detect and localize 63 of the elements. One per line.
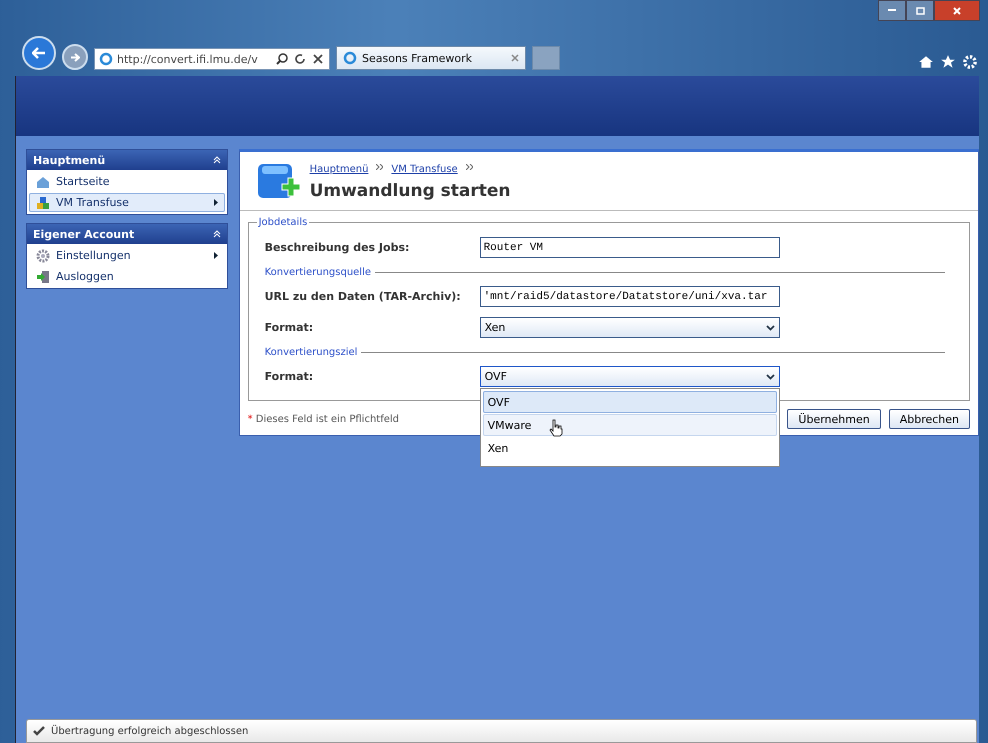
browser-logo-icon bbox=[343, 51, 357, 65]
dropdown-option[interactable]: VMware bbox=[482, 414, 777, 436]
settings-icon bbox=[962, 54, 978, 70]
maximize-icon bbox=[916, 6, 924, 14]
menu-panel-header[interactable]: Hauptmenü bbox=[27, 150, 227, 170]
minimize-button[interactable] bbox=[878, 0, 906, 21]
field-label: Beschreibung des Jobs: bbox=[264, 241, 410, 254]
field-label: URL zu den Daten (TAR-Archiv): bbox=[264, 290, 462, 303]
search-icon bbox=[275, 52, 289, 66]
field-label: Format: bbox=[264, 321, 314, 334]
submenu-arrow-icon bbox=[214, 199, 218, 206]
close-tab-icon[interactable] bbox=[511, 54, 519, 62]
menu-item[interactable]: VM Transfuse bbox=[29, 193, 225, 212]
section-heading: Konvertierungsquelle bbox=[264, 266, 372, 278]
back-button[interactable] bbox=[22, 36, 56, 70]
browser-tab[interactable]: Seasons Framework bbox=[336, 46, 526, 70]
breadcrumb-separator-icon bbox=[466, 164, 473, 170]
browser-logo-icon bbox=[99, 52, 113, 66]
dropdown-caret-icon bbox=[766, 374, 775, 380]
select-field[interactable]: Xen bbox=[480, 317, 780, 338]
close-icon bbox=[953, 6, 961, 14]
right-arrow-icon bbox=[70, 52, 80, 62]
house-icon bbox=[36, 174, 50, 188]
maximize-button[interactable] bbox=[906, 0, 934, 21]
checkmark-icon bbox=[33, 726, 45, 736]
refresh-icon bbox=[293, 52, 307, 66]
logout-icon bbox=[36, 270, 50, 284]
collapse-icon[interactable] bbox=[212, 156, 221, 164]
dropdown-option[interactable]: Xen bbox=[482, 437, 777, 459]
hand-cursor-icon bbox=[548, 419, 563, 437]
address-bar[interactable]: http://convert.ifi.lmu.de/v bbox=[94, 48, 330, 70]
field-label: Format: bbox=[264, 370, 314, 383]
select-field[interactable]: OVF bbox=[480, 366, 780, 387]
status-text: Übertragung erfolgreich abgeschlossen bbox=[51, 726, 248, 736]
menu-item[interactable]: Einstellungen bbox=[29, 246, 225, 265]
minimize-icon bbox=[888, 9, 896, 12]
breadcrumb-link[interactable]: Hauptmenü bbox=[310, 164, 368, 174]
fieldset-legend: Jobdetails bbox=[256, 217, 310, 228]
gear-icon bbox=[36, 248, 50, 262]
left-arrow-icon bbox=[32, 47, 46, 59]
dropdown-caret-icon bbox=[766, 324, 775, 330]
apply-button[interactable]: Übernehmen bbox=[787, 409, 881, 429]
dropdown-option[interactable]: OVF bbox=[482, 391, 777, 413]
close-button[interactable] bbox=[934, 0, 980, 21]
breadcrumb-link[interactable]: VM Transfuse bbox=[391, 164, 458, 174]
input-field[interactable]: 'mnt/raid5/datastore/Datatstore/uni/xva.tar bbox=[480, 286, 780, 307]
star-icon bbox=[940, 54, 956, 70]
required-note: * Dieses Feld ist ein Pflichtfeld bbox=[248, 414, 400, 424]
forward-button[interactable] bbox=[62, 44, 88, 70]
input-field[interactable]: Router VM bbox=[480, 237, 780, 258]
address-text: http://convert.ifi.lmu.de/v bbox=[117, 52, 259, 66]
submenu-arrow-icon bbox=[214, 252, 218, 259]
home-icon bbox=[918, 54, 934, 70]
menu-panel-header[interactable]: Eigener Account bbox=[27, 224, 227, 244]
stop-icon bbox=[311, 52, 325, 66]
section-heading: Konvertierungsziel bbox=[264, 346, 358, 358]
menu-item[interactable]: Startseite bbox=[29, 172, 225, 191]
breadcrumb-separator-icon bbox=[376, 164, 384, 170]
cancel-button[interactable]: Abbrechen bbox=[888, 409, 970, 429]
page-title: Umwandlung starten bbox=[310, 180, 511, 200]
menu-item[interactable]: Ausloggen bbox=[29, 267, 225, 286]
collapse-icon[interactable] bbox=[212, 230, 221, 238]
cubes-icon bbox=[36, 196, 50, 210]
